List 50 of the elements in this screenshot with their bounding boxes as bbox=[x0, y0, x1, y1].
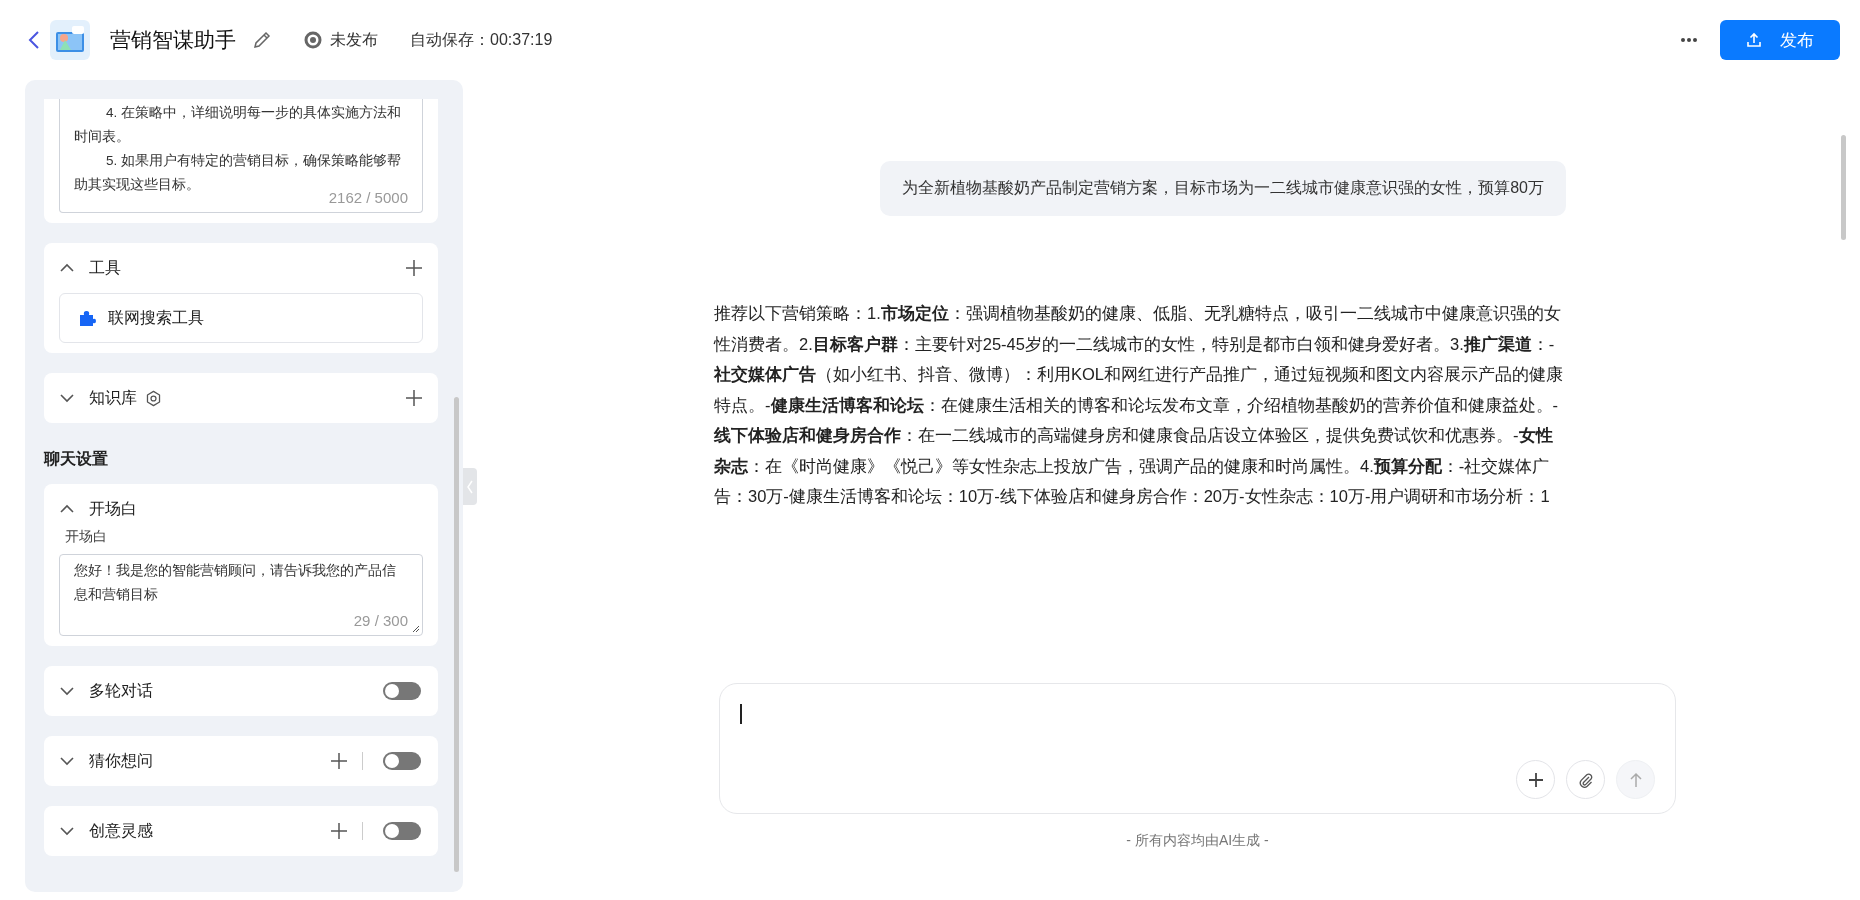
publish-status: 未发布 bbox=[330, 29, 378, 50]
app-title: 营销智谋助手 bbox=[110, 27, 236, 53]
toggle-switch[interactable] bbox=[383, 822, 421, 840]
expand-chevron-icon[interactable] bbox=[59, 756, 75, 766]
plus-icon bbox=[1527, 771, 1544, 788]
scrollbar-thumb[interactable] bbox=[454, 397, 459, 872]
expand-chevron-icon[interactable] bbox=[59, 686, 75, 696]
section-title: 多轮对话 bbox=[89, 680, 153, 701]
field-label: 开场白 bbox=[65, 528, 108, 546]
user-message: 为全新植物基酸奶产品制定营销方案，目标市场为一二线城市健康意识强的女性，预算80万 bbox=[880, 161, 1566, 216]
tool-item[interactable]: 联网搜索工具 bbox=[59, 293, 423, 343]
disclaimer-text: - 所有内容均由AI生成 - bbox=[1125, 832, 1270, 850]
section-title: 开场白 bbox=[89, 498, 137, 519]
app-logo-icon bbox=[50, 20, 90, 60]
autosave-time: 自动保存：00:37:19 bbox=[410, 29, 553, 50]
paperclip-icon bbox=[1577, 771, 1594, 788]
expand-chevron-icon[interactable] bbox=[59, 393, 75, 403]
message-input[interactable] bbox=[719, 683, 1676, 814]
upload-icon bbox=[1746, 32, 1762, 48]
section-heading: 聊天设置 bbox=[44, 449, 109, 469]
section-title: 猜你想问 bbox=[89, 750, 153, 771]
pencil-icon[interactable] bbox=[252, 30, 272, 50]
scrollbar-thumb[interactable] bbox=[1841, 135, 1846, 240]
settings-icon[interactable] bbox=[145, 389, 162, 407]
back-icon[interactable] bbox=[28, 30, 40, 50]
add-icon[interactable] bbox=[405, 389, 423, 407]
collapse-chevron-icon[interactable] bbox=[59, 504, 75, 514]
puzzle-icon bbox=[78, 309, 96, 327]
section-title: 创意灵感 bbox=[89, 820, 153, 841]
greeting-field[interactable]: 您好！我是您的智能营销顾问，请告诉我您的产品信息和营销目标 29 / 300 bbox=[59, 554, 423, 636]
toggle-switch[interactable] bbox=[383, 752, 421, 770]
up-arrow-icon bbox=[1628, 771, 1643, 788]
publish-button[interactable]: 发布 bbox=[1720, 20, 1840, 60]
attach-button[interactable] bbox=[1566, 760, 1605, 799]
section-title: 工具 bbox=[89, 257, 121, 278]
more-icon[interactable] bbox=[1680, 37, 1698, 43]
assistant-message: 推荐以下营销策略：1.市场定位：强调植物基酸奶的健康、低脂、无乳糖特点，吸引一二线城市中健康意识强的女性消费者。2.目标客户群：主要针对25-45岁的一二线城市的女性，特别是都市白领和健身爱好者。3.推广渠道：-社交媒体广告（如小红书、抖音、微博）：利用KOL和网红进行产品推广，通过短视频和图文内容展示产品的健康特点。-健康生活博客和论坛：在健康生活相关的博客和论坛发布文章，介绍植物基酸奶的营养价值和健康益处。-线下体验店和健身房合作：在一二线城市的高端健身房和健康食品店设立体验区，提供免费试饮和优惠券。-女性杂志：在《时尚健康》《悦己》等女性杂志上投放广告，强调产品的健康和时尚属性。4.预算分配：-社交媒体广告：30万-健康生活博客和论坛：10万-线下体验店和健身房合作：20万-女性杂志：10万-用户调研和市场分析：1 bbox=[714, 303, 1565, 507]
section-title: 知识库 bbox=[89, 387, 137, 408]
prompt-field[interactable]: 4. 在策略中，详细说明每一步的具体实施方法和时间表。 5. 如果用户有特定的营销目标，确保策略能够帮助其实现这些目标。 2162 / 5000 bbox=[59, 99, 423, 213]
char-counter: 29 / 300 bbox=[353, 611, 408, 631]
add-icon[interactable] bbox=[405, 259, 423, 277]
collapse-chevron-icon bbox=[467, 479, 473, 494]
add-icon[interactable] bbox=[330, 752, 348, 770]
add-button[interactable] bbox=[1516, 760, 1555, 799]
toggle-switch[interactable] bbox=[383, 682, 421, 700]
add-icon[interactable] bbox=[330, 822, 348, 840]
expand-chevron-icon[interactable] bbox=[59, 826, 75, 836]
resize-handle-icon[interactable] bbox=[412, 625, 420, 633]
char-counter: 2162 / 5000 bbox=[328, 188, 408, 208]
collapse-chevron-icon[interactable] bbox=[59, 263, 75, 273]
